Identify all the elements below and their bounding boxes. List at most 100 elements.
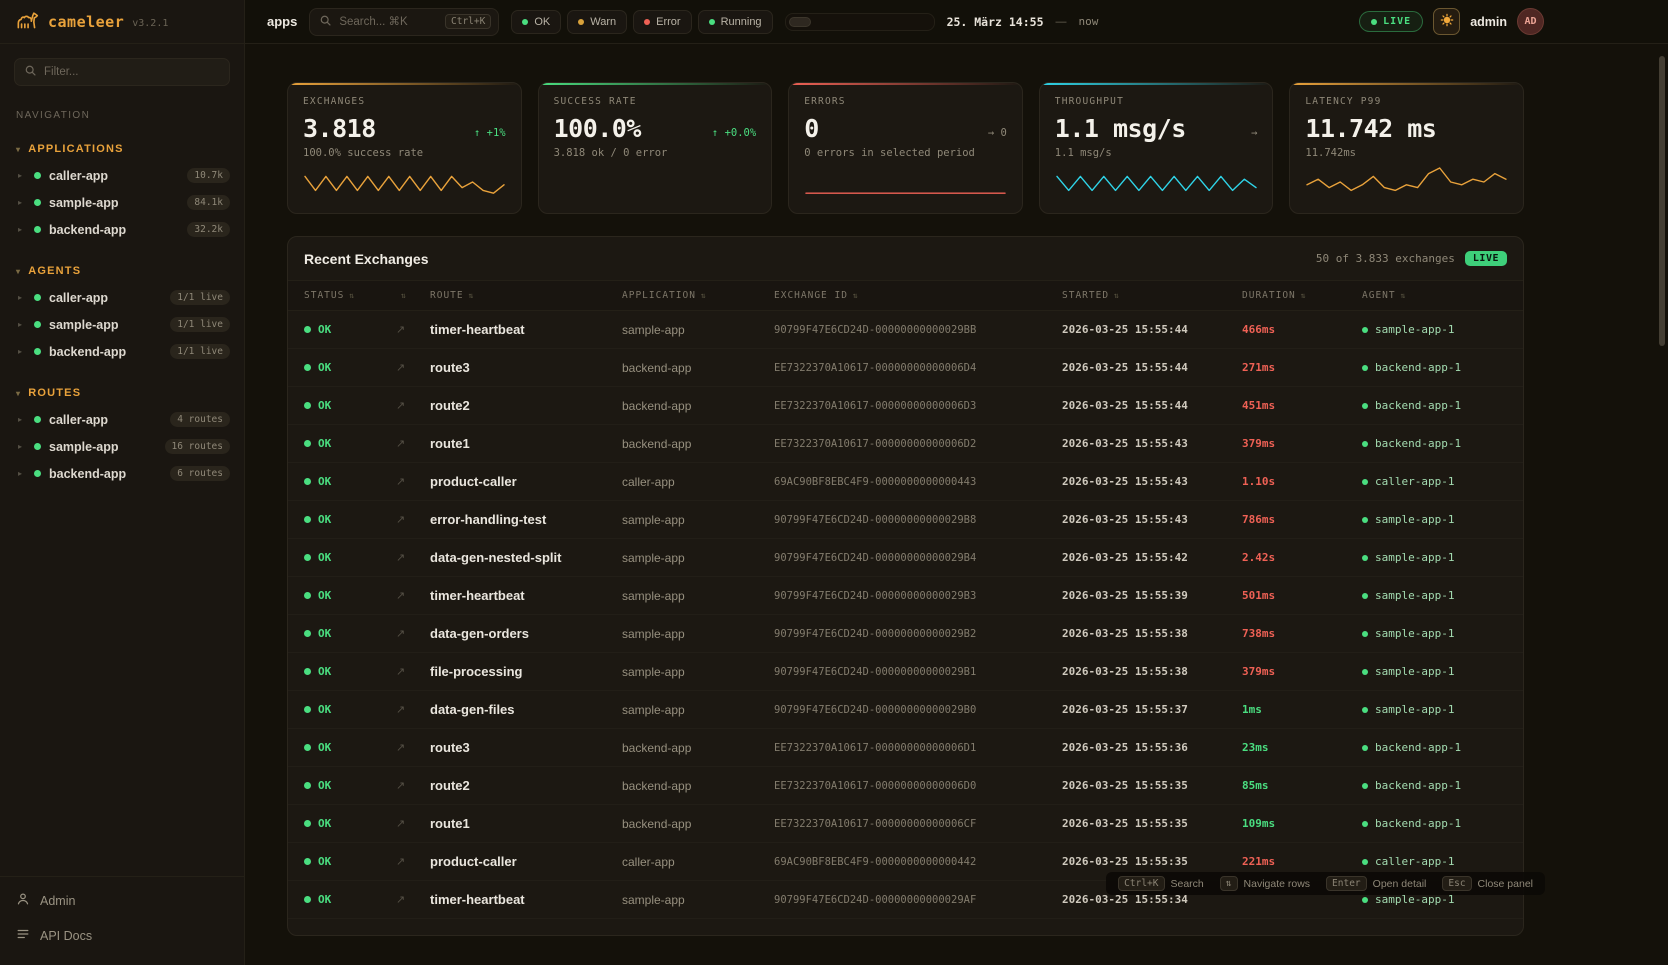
sidebar-nav-item[interactable]: ▸ caller-app 10.7k [0, 162, 244, 189]
datetime-label[interactable]: 25. März 14:55 [947, 15, 1044, 29]
theme-toggle-button[interactable] [1433, 8, 1460, 35]
sidebar-nav-item[interactable]: ▸ caller-app 4 routes [0, 406, 244, 433]
column-header-label: AGENT [1362, 290, 1396, 301]
route-arrow-icon: ↗ [396, 893, 430, 906]
scrollbar-thumb[interactable] [1659, 56, 1665, 346]
table-row[interactable]: OK ↗ route3 backend-app EE7322370A10617-… [288, 349, 1523, 387]
sidebar-nav-item[interactable]: ▸ backend-app 32.2k [0, 216, 244, 243]
status-cell: OK [304, 665, 396, 678]
table-row[interactable]: OK ↗ data-gen-files sample-app 90799F47E… [288, 691, 1523, 729]
agent-cell: backend-app-1 [1362, 399, 1507, 412]
nav-item-badge: 16 routes [165, 439, 230, 454]
route-arrow-icon: ↗ [396, 437, 430, 450]
table-row[interactable]: OK ↗ product-caller caller-app 69AC90BF8… [288, 463, 1523, 501]
column-header[interactable]: APPLICATION ⇅ [622, 290, 774, 301]
chevron-down-icon: ▾ [16, 389, 21, 398]
sidebar-section-title[interactable]: ▾ ROUTES [0, 387, 244, 399]
route-arrow-icon: ↗ [396, 323, 430, 336]
keyboard-hint: Esc Close panel [1442, 876, 1533, 891]
sidebar-filter[interactable] [14, 58, 230, 86]
application-name: sample-app [622, 893, 774, 907]
sidebar-item-api-docs[interactable]: API Docs [0, 918, 244, 953]
column-header[interactable]: DURATION ⇅ [1242, 290, 1362, 301]
sidebar-item-admin[interactable]: Admin [0, 883, 244, 918]
global-search[interactable]: Ctrl+K [309, 8, 499, 36]
live-toggle[interactable]: LIVE [1359, 11, 1423, 32]
table-row[interactable]: OK ↗ timer-heartbeat sample-app 90799F47… [288, 577, 1523, 615]
column-header[interactable]: AGENT ⇅ [1362, 290, 1507, 301]
avatar[interactable]: AD [1517, 8, 1544, 35]
filter-input[interactable] [44, 66, 220, 78]
now-label[interactable]: now [1079, 15, 1099, 28]
table-row[interactable]: OK ↗ route3 backend-app EE7322370A10617-… [288, 729, 1523, 767]
application-name: sample-app [622, 703, 774, 717]
time-range-button[interactable] [813, 17, 835, 27]
status-cell: OK [304, 589, 396, 602]
stat-accent-bar [789, 83, 1022, 85]
column-header-label: APPLICATION [622, 290, 696, 301]
context-label: apps [267, 14, 297, 29]
global-search-input[interactable] [339, 16, 438, 28]
started-timestamp: 2026-03-25 15:55:43 [1062, 475, 1242, 488]
status-label: OK [318, 741, 331, 754]
column-header[interactable]: ⇅ [396, 291, 430, 300]
column-header-label: EXCHANGE ID [774, 290, 848, 301]
table-row[interactable]: OK ↗ route2 backend-app EE7322370A10617-… [288, 767, 1523, 805]
column-header[interactable]: STATUS ⇅ [304, 290, 396, 301]
nav-item-label: sample-app [49, 196, 118, 210]
route-name: data-gen-files [430, 702, 622, 717]
sidebar-nav-item[interactable]: ▸ backend-app 1/1 live [0, 338, 244, 365]
table-row[interactable]: OK ↗ data-gen-nested-split sample-app 90… [288, 539, 1523, 577]
status-filter-chip[interactable]: Warn [567, 10, 627, 34]
sidebar-section-title[interactable]: ▾ APPLICATIONS [0, 143, 244, 155]
sidebar-section: ▾ APPLICATIONS ▸ caller-app 10.7k ▸ samp… [0, 143, 244, 243]
column-header[interactable]: EXCHANGE ID ⇅ [774, 290, 1062, 301]
agent-dot-icon [1362, 365, 1368, 371]
agent-name: backend-app-1 [1375, 361, 1461, 374]
status-dot-icon [304, 858, 311, 865]
status-filter-chip[interactable]: Error [633, 10, 691, 34]
status-dot-icon [34, 348, 41, 355]
time-range-button[interactable] [789, 17, 811, 27]
chip-label: Error [656, 16, 680, 28]
table-header-row: STATUS ⇅ ⇅ ROUTE ⇅ APPLICATION ⇅ EXCHANG… [288, 281, 1523, 311]
stat-card: ERRORS 0 → 0 0 errors in selected period [788, 82, 1023, 214]
status-filter-chip[interactable]: OK [511, 10, 561, 34]
table-row[interactable]: OK ↗ file-processing sample-app 90799F47… [288, 653, 1523, 691]
column-header[interactable]: ROUTE ⇅ [430, 290, 622, 301]
status-filter-chip[interactable]: Running [698, 10, 773, 34]
started-timestamp: 2026-03-25 15:55:35 [1062, 817, 1242, 830]
stat-value-row: 0 → 0 [804, 114, 1007, 143]
chevron-right-icon: ▸ [18, 198, 26, 207]
sidebar-nav-item[interactable]: ▸ sample-app 84.1k [0, 189, 244, 216]
agent-name: sample-app-1 [1375, 551, 1454, 564]
status-label: OK [318, 475, 331, 488]
table-row[interactable]: OK ↗ error-handling-test sample-app 9079… [288, 501, 1523, 539]
column-header[interactable]: STARTED ⇅ [1062, 290, 1242, 301]
chip-label: Running [721, 16, 762, 28]
time-range-button[interactable] [861, 17, 883, 27]
table-row[interactable]: OK ↗ route2 backend-app EE7322370A10617-… [288, 387, 1523, 425]
sidebar-section-title[interactable]: ▾ AGENTS [0, 265, 244, 277]
table-live-badge[interactable]: LIVE [1465, 251, 1507, 266]
agent-name: sample-app-1 [1375, 627, 1454, 640]
agent-cell: backend-app-1 [1362, 741, 1507, 754]
status-label: OK [318, 551, 331, 564]
status-dot-icon [304, 364, 311, 371]
sidebar-nav-item[interactable]: ▸ caller-app 1/1 live [0, 284, 244, 311]
stat-accent-bar [1040, 83, 1273, 85]
nav-item-label: sample-app [49, 440, 118, 454]
table-row[interactable]: OK ↗ timer-heartbeat sample-app 90799F47… [288, 311, 1523, 349]
time-range-button[interactable] [837, 17, 859, 27]
status-cell: OK [304, 475, 396, 488]
table-row[interactable]: OK ↗ route1 backend-app EE7322370A10617-… [288, 805, 1523, 843]
sidebar-nav-item[interactable]: ▸ sample-app 16 routes [0, 433, 244, 460]
time-range-button[interactable] [885, 17, 907, 27]
time-range-button[interactable] [909, 17, 931, 27]
table-row[interactable]: OK ↗ data-gen-orders sample-app 90799F47… [288, 615, 1523, 653]
sidebar-nav-item[interactable]: ▸ backend-app 6 routes [0, 460, 244, 487]
recent-exchanges-panel: Recent Exchanges 50 of 3.833 exchanges L… [287, 236, 1524, 936]
sidebar-nav-item[interactable]: ▸ sample-app 1/1 live [0, 311, 244, 338]
live-label: LIVE [1383, 16, 1411, 27]
table-row[interactable]: OK ↗ route1 backend-app EE7322370A10617-… [288, 425, 1523, 463]
